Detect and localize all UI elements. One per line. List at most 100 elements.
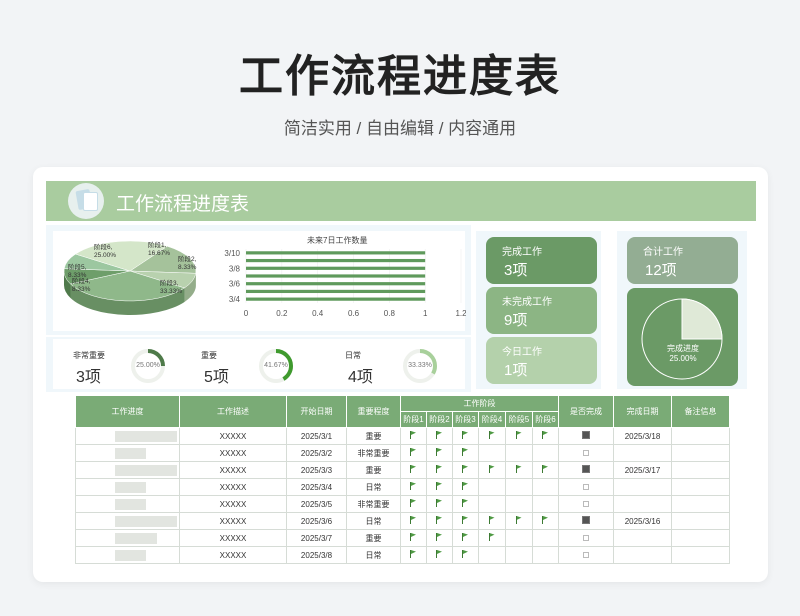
importance-cell[interactable]: 日常	[346, 512, 401, 530]
note-cell[interactable]	[671, 461, 730, 479]
kpi-done-label: 完成工作	[502, 247, 542, 258]
flag-icon	[410, 431, 417, 439]
done-cell[interactable]	[558, 495, 614, 513]
end-cell[interactable]	[613, 478, 672, 496]
done-cell[interactable]	[558, 461, 614, 479]
desc-cell[interactable]: XXXXX	[179, 495, 287, 513]
importance-cell[interactable]: 重要	[346, 461, 401, 479]
flag-icon	[410, 482, 417, 490]
note-cell[interactable]	[671, 546, 730, 564]
unchecked-box-icon[interactable]	[583, 551, 589, 558]
end-cell[interactable]	[613, 495, 672, 513]
end-cell[interactable]	[613, 444, 672, 462]
start-cell[interactable]: 2025/3/8	[286, 546, 347, 564]
note-cell[interactable]	[671, 495, 730, 513]
flag-icon	[462, 465, 469, 473]
done-cell[interactable]	[558, 478, 614, 496]
importance-cell[interactable]: 重要	[346, 427, 401, 445]
table-row: 阶段4XXXXX2025/3/7重要	[75, 529, 730, 547]
note-cell[interactable]	[671, 444, 730, 462]
bar	[246, 266, 426, 270]
start-cell[interactable]: 2025/3/5	[286, 495, 347, 513]
desc-cell[interactable]: XXXXX	[179, 512, 287, 530]
col-header-progress: 工作进度	[75, 395, 180, 428]
col-header-done: 是否完成	[558, 395, 614, 428]
desc-cell[interactable]: XXXXX	[179, 546, 287, 564]
x-tick-label: 0	[244, 309, 249, 318]
checked-box-icon[interactable]	[582, 516, 590, 524]
note-cell[interactable]	[671, 478, 730, 496]
y-tick-label: 3/4	[229, 295, 241, 304]
x-tick-label: 0.2	[276, 309, 288, 318]
col-header-stages: 工作阶段	[400, 395, 559, 412]
start-cell[interactable]: 2025/3/6	[286, 512, 347, 530]
pie-label: 阶段5,	[68, 262, 87, 271]
importance-cell[interactable]: 日常	[346, 546, 401, 564]
stage-header: 阶段2	[426, 411, 453, 428]
unchecked-box-icon[interactable]	[583, 449, 589, 456]
stage-flag-cell	[478, 529, 506, 547]
sheet-card: 工作流程进度表 阶段1, 16.67% 阶段2, 8.33% 阶段3, 33.33% 阶段4…	[33, 167, 768, 582]
done-cell[interactable]	[558, 529, 614, 547]
stage-flag-cell	[532, 529, 559, 547]
note-cell[interactable]	[671, 529, 730, 547]
flag-icon	[488, 465, 496, 473]
flag-icon	[410, 516, 417, 524]
start-cell[interactable]: 2025/3/4	[286, 478, 347, 496]
end-cell[interactable]: 2025/3/17	[613, 461, 672, 479]
flag-icon	[462, 431, 469, 439]
end-cell[interactable]: 2025/3/18	[613, 427, 672, 445]
pie-label: 阶段6,	[94, 242, 113, 251]
importance-cell[interactable]: 非常重要	[346, 444, 401, 462]
stage-flag-cell	[505, 427, 533, 445]
stage-flag-cell	[400, 512, 427, 530]
flag-icon	[436, 533, 443, 541]
start-cell[interactable]: 2025/3/3	[286, 461, 347, 479]
desc-cell[interactable]: XXXXX	[179, 444, 287, 462]
done-cell[interactable]	[558, 512, 614, 530]
flag-icon	[410, 499, 417, 507]
note-cell[interactable]	[671, 512, 730, 530]
unchecked-box-icon[interactable]	[583, 534, 589, 541]
kpi-total-label: 合计工作	[643, 247, 683, 258]
flag-icon	[410, 533, 417, 541]
start-cell[interactable]: 2025/3/7	[286, 529, 347, 547]
importance-cell[interactable]: 重要	[346, 529, 401, 547]
desc-cell[interactable]: XXXXX	[179, 478, 287, 496]
note-cell[interactable]	[671, 427, 730, 445]
stage-flag-cell	[505, 495, 533, 513]
checked-box-icon[interactable]	[582, 431, 590, 439]
desc-cell[interactable]: XXXXX	[179, 427, 287, 445]
flag-icon	[436, 550, 443, 558]
stage-flag-cell	[532, 512, 559, 530]
bar	[246, 282, 426, 286]
stage-flag-cell	[478, 546, 506, 564]
done-cell[interactable]	[558, 444, 614, 462]
flag-icon	[462, 499, 469, 507]
start-cell[interactable]: 2025/3/2	[286, 444, 347, 462]
table-row: 阶段6XXXXX2025/3/3重要 2025/3/17	[75, 461, 730, 479]
end-cell[interactable]	[613, 546, 672, 564]
unchecked-box-icon[interactable]	[583, 500, 589, 507]
done-cell[interactable]	[558, 427, 614, 445]
bar	[246, 274, 426, 278]
table-row: 阶段3XXXXX2025/3/8日常	[75, 546, 730, 564]
stage-flag-cell	[452, 478, 479, 496]
stage-header: 阶段1	[400, 411, 427, 428]
importance-cell[interactable]: 日常	[346, 478, 401, 496]
checked-box-icon[interactable]	[582, 465, 590, 473]
bar	[246, 297, 426, 301]
stage-flag-cell	[452, 546, 479, 564]
desc-cell[interactable]: XXXXX	[179, 461, 287, 479]
start-cell[interactable]: 2025/3/1	[286, 427, 347, 445]
stage-flag-cell	[452, 495, 479, 513]
end-cell[interactable]	[613, 529, 672, 547]
done-cell[interactable]	[558, 546, 614, 564]
stage-flag-cell	[505, 512, 533, 530]
pie-pct-label: 8.33%	[68, 272, 87, 279]
progress-done-slice	[681, 298, 723, 340]
unchecked-box-icon[interactable]	[583, 483, 589, 490]
importance-cell[interactable]: 非常重要	[346, 495, 401, 513]
desc-cell[interactable]: XXXXX	[179, 529, 287, 547]
end-cell[interactable]: 2025/3/16	[613, 512, 672, 530]
